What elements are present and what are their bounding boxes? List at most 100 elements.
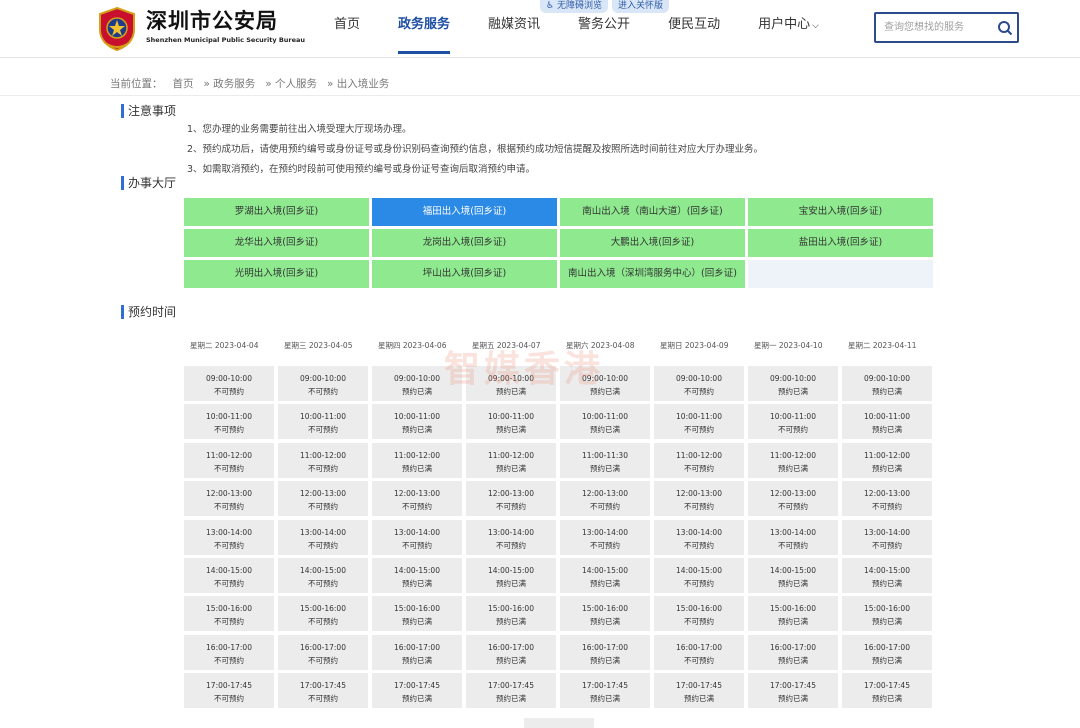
hall-yantian[interactable]: 盐田出入境(回乡证) bbox=[748, 229, 933, 257]
time-slot[interactable]: 16:00-17:00 不可预约 bbox=[278, 634, 368, 670]
time-slot[interactable]: 14:00-15:00 预约已满 bbox=[842, 557, 932, 593]
time-slot[interactable]: 13:00-14:00 不可预约 bbox=[842, 519, 932, 555]
time-slot[interactable]: 11:00-12:00 预约已满 bbox=[748, 442, 838, 478]
time-slot[interactable]: 15:00-16:00 预约已满 bbox=[842, 596, 932, 632]
time-slot[interactable]: 13:00-14:00 不可预约 bbox=[372, 519, 462, 555]
time-slot[interactable]: 09:00-10:00 预约已满 bbox=[372, 366, 462, 401]
time-slot[interactable]: 16:00-17:00 不可预约 bbox=[654, 634, 744, 670]
time-slot[interactable]: 11:00-11:30 预约已满 bbox=[560, 442, 650, 478]
time-slot[interactable]: 15:00-16:00 预约已满 bbox=[560, 596, 650, 632]
time-slot[interactable]: 16:00-17:00 预约已满 bbox=[466, 634, 556, 670]
time-slot[interactable]: 13:00-14:00 不可预约 bbox=[466, 519, 556, 555]
time-slot[interactable]: 12:00-13:00 不可预约 bbox=[654, 481, 744, 517]
time-slot[interactable]: 09:00-10:00 预约已满 bbox=[560, 366, 650, 401]
time-slot[interactable]: 16:00-17:00 预约已满 bbox=[372, 634, 462, 670]
time-slot[interactable]: 14:00-15:00 不可预约 bbox=[184, 557, 274, 593]
nav-police-affairs[interactable]: 警务公开 bbox=[578, 0, 630, 58]
schedule-day-header: 星期二 2023-04-04 bbox=[190, 341, 259, 350]
time-slot[interactable]: 14:00-15:00 预约已满 bbox=[372, 557, 462, 593]
time-slot[interactable]: 16:00-17:00 预约已满 bbox=[748, 634, 838, 670]
time-slot[interactable]: 10:00-11:00 预约已满 bbox=[560, 404, 650, 440]
breadcrumb-personal-services[interactable]: » 个人服务 bbox=[265, 76, 317, 91]
time-slot[interactable]: 11:00-12:00 预约已满 bbox=[372, 442, 462, 478]
time-slot[interactable]: 12:00-13:00 不可预约 bbox=[372, 481, 462, 517]
nav-public-interaction[interactable]: 便民互动 bbox=[668, 0, 720, 58]
time-slot[interactable]: 17:00-17:45 不可预约 bbox=[184, 673, 274, 709]
time-slot[interactable]: 16:00-17:00 不可预约 bbox=[184, 634, 274, 670]
time-slot[interactable]: 12:00-13:00 不可预约 bbox=[560, 481, 650, 517]
time-slot[interactable]: 15:00-16:00 预约已满 bbox=[466, 596, 556, 632]
time-slot[interactable]: 09:00-10:00 不可预约 bbox=[654, 366, 744, 401]
time-slot[interactable]: 09:00-10:00 不可预约 bbox=[184, 366, 274, 401]
time-slot[interactable]: 14:00-15:00 不可预约 bbox=[278, 557, 368, 593]
hall-dapeng[interactable]: 大鹏出入境(回乡证) bbox=[560, 229, 745, 257]
time-slot[interactable]: 11:00-12:00 不可预约 bbox=[654, 442, 744, 478]
hall-pingshan[interactable]: 坪山出入境(回乡证) bbox=[372, 260, 557, 288]
time-slot[interactable]: 17:00-17:45 预约已满 bbox=[842, 673, 932, 709]
nav-home[interactable]: 首页 bbox=[334, 0, 360, 58]
breadcrumb-exit-entry[interactable]: » 出入境业务 bbox=[327, 76, 389, 91]
time-slot[interactable]: 10:00-11:00 不可预约 bbox=[184, 404, 274, 440]
time-slot-time: 17:00-17:45 bbox=[770, 681, 816, 691]
nav-user-center[interactable]: 用户中心 ⌵ bbox=[758, 0, 819, 58]
time-slot[interactable]: 15:00-16:00 预约已满 bbox=[372, 596, 462, 632]
time-slot[interactable]: 15:00-16:00 预约已满 bbox=[748, 596, 838, 632]
time-slot[interactable]: 09:00-10:00 预约已满 bbox=[466, 366, 556, 401]
hall-baoan[interactable]: 宝安出入境(回乡证) bbox=[748, 198, 933, 226]
time-slot[interactable]: 13:00-14:00 不可预约 bbox=[560, 519, 650, 555]
breadcrumb-government-services[interactable]: » 政务服务 bbox=[204, 76, 256, 91]
time-slot[interactable]: 11:00-12:00 预约已满 bbox=[842, 442, 932, 478]
time-slot[interactable]: 15:00-16:00 不可预约 bbox=[184, 596, 274, 632]
time-slot[interactable]: 14:00-15:00 预约已满 bbox=[466, 557, 556, 593]
bottom-action-button[interactable] bbox=[524, 718, 594, 728]
time-slot[interactable]: 14:00-15:00 预约已满 bbox=[560, 557, 650, 593]
hall-futian[interactable]: 福田出入境(回乡证) bbox=[372, 198, 557, 226]
time-slot[interactable]: 15:00-16:00 不可预约 bbox=[278, 596, 368, 632]
time-slot[interactable]: 17:00-17:45 预约已满 bbox=[748, 673, 838, 709]
site-logo[interactable]: 深圳市公安局 Shenzhen Municipal Public Securit… bbox=[96, 6, 305, 52]
time-slot[interactable]: 13:00-14:00 不可预约 bbox=[654, 519, 744, 555]
time-slot[interactable]: 10:00-11:00 不可预约 bbox=[748, 404, 838, 440]
hall-shenzhen-bay[interactable]: 南山出入境（深圳湾服务中心）(回乡证) bbox=[560, 260, 745, 288]
time-slot[interactable]: 14:00-15:00 预约已满 bbox=[748, 557, 838, 593]
time-slot[interactable]: 11:00-12:00 预约已满 bbox=[466, 442, 556, 478]
time-slot[interactable]: 12:00-13:00 不可预约 bbox=[748, 481, 838, 517]
time-slot[interactable]: 17:00-17:45 预约已满 bbox=[466, 673, 556, 709]
nav-media-news[interactable]: 融媒资讯 bbox=[488, 0, 540, 58]
time-slot[interactable]: 10:00-11:00 不可预约 bbox=[278, 404, 368, 440]
breadcrumb-home[interactable]: 首页 bbox=[173, 76, 194, 91]
search-input[interactable] bbox=[876, 14, 994, 41]
time-slot[interactable]: 14:00-15:00 不可预约 bbox=[654, 557, 744, 593]
nav-government-services[interactable]: 政务服务 bbox=[398, 0, 451, 58]
time-slot[interactable]: 10:00-11:00 不可预约 bbox=[654, 404, 744, 440]
hall-longhua[interactable]: 龙华出入境(回乡证) bbox=[184, 229, 369, 257]
time-slot[interactable]: 15:00-16:00 不可预约 bbox=[654, 596, 744, 632]
time-slot[interactable]: 13:00-14:00 不可预约 bbox=[278, 519, 368, 555]
search-box bbox=[874, 12, 1019, 43]
time-slot[interactable]: 17:00-17:45 预约已满 bbox=[654, 673, 744, 709]
time-slot[interactable]: 09:00-10:00 不可预约 bbox=[278, 366, 368, 401]
time-slot[interactable]: 13:00-14:00 不可预约 bbox=[184, 519, 274, 555]
search-icon[interactable] bbox=[997, 20, 1013, 36]
time-slot[interactable]: 17:00-17:45 预约已满 bbox=[372, 673, 462, 709]
time-slot[interactable]: 12:00-13:00 不可预约 bbox=[184, 481, 274, 517]
time-slot[interactable]: 16:00-17:00 预约已满 bbox=[560, 634, 650, 670]
hall-luohu[interactable]: 罗湖出入境(回乡证) bbox=[184, 198, 369, 226]
time-slot[interactable]: 17:00-17:45 不可预约 bbox=[278, 673, 368, 709]
time-slot[interactable]: 09:00-10:00 预约已满 bbox=[748, 366, 838, 401]
time-slot[interactable]: 10:00-11:00 预约已满 bbox=[842, 404, 932, 440]
time-slot[interactable]: 11:00-12:00 不可预约 bbox=[278, 442, 368, 478]
time-slot[interactable]: 12:00-13:00 不可预约 bbox=[842, 481, 932, 517]
time-slot[interactable]: 17:00-17:45 预约已满 bbox=[560, 673, 650, 709]
time-slot[interactable]: 10:00-11:00 预约已满 bbox=[372, 404, 462, 440]
hall-longgang[interactable]: 龙岗出入境(回乡证) bbox=[372, 229, 557, 257]
time-slot[interactable]: 16:00-17:00 预约已满 bbox=[842, 634, 932, 670]
time-slot[interactable]: 12:00-13:00 不可预约 bbox=[278, 481, 368, 517]
time-slot[interactable]: 11:00-12:00 不可预约 bbox=[184, 442, 274, 478]
hall-guangming[interactable]: 光明出入境(回乡证) bbox=[184, 260, 369, 288]
time-slot[interactable]: 12:00-13:00 不可预约 bbox=[466, 481, 556, 517]
hall-nanshan-avenue[interactable]: 南山出入境（南山大道）(回乡证) bbox=[560, 198, 745, 226]
time-slot[interactable]: 09:00-10:00 预约已满 bbox=[842, 366, 932, 401]
time-slot[interactable]: 10:00-11:00 预约已满 bbox=[466, 404, 556, 440]
time-slot[interactable]: 13:00-14:00 不可预约 bbox=[748, 519, 838, 555]
